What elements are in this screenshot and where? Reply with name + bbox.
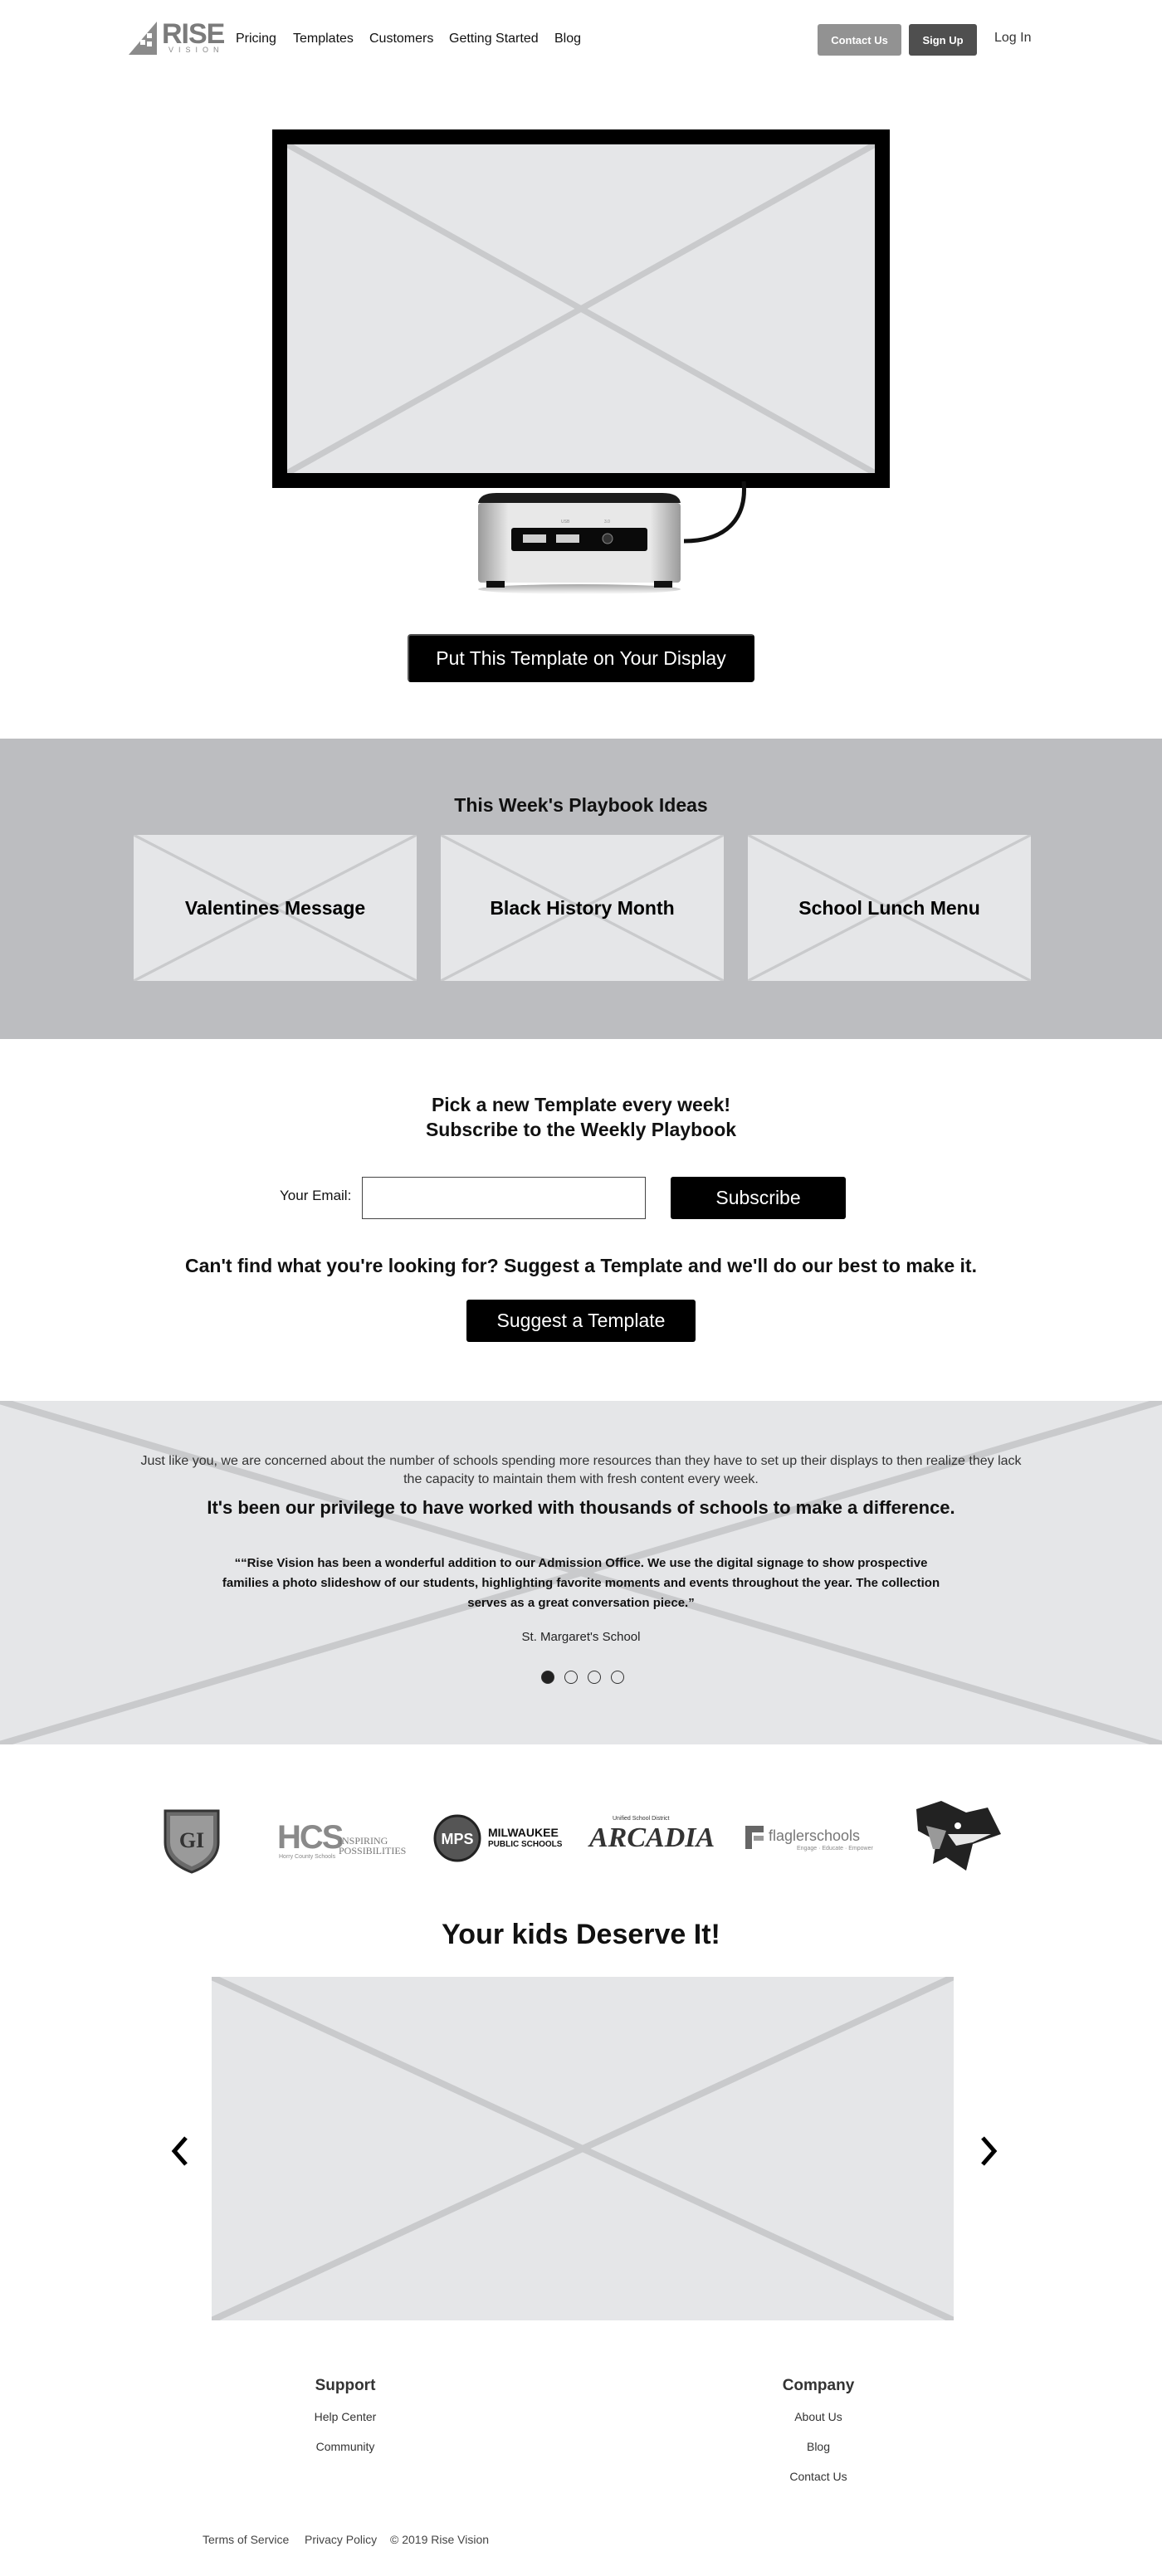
display-monitor: [272, 129, 890, 488]
carousel-prev-icon[interactable]: [168, 2134, 193, 2168]
log-in-link[interactable]: Log In: [994, 31, 1031, 46]
rise-vision-logo[interactable]: RISE VISION: [129, 18, 225, 56]
arcadia-logo: Unified School District ARCADIA: [586, 1816, 719, 1864]
slide-dot[interactable]: [611, 1671, 624, 1684]
device-port-label: 3.0: [604, 520, 610, 524]
device-port-label: USB: [561, 520, 570, 524]
privacy-policy-link[interactable]: Privacy Policy: [305, 2533, 377, 2546]
testimonial-headline: It's been our privilege to have worked w…: [207, 1497, 955, 1518]
mps-name-line1: MILWAUKEE: [488, 1826, 559, 1839]
footer-link-community[interactable]: Community: [262, 2440, 428, 2453]
playbook-card[interactable]: Valentines Message: [134, 835, 417, 981]
playbook-card[interactable]: School Lunch Menu: [748, 835, 1031, 981]
arcadia-small: Unified School District: [613, 1816, 670, 1822]
coyote-mascot-logo: [916, 1801, 1001, 1871]
terms-of-service-link[interactable]: Terms of Service: [203, 2533, 289, 2546]
hcs-small: Horry County Schools: [279, 1854, 336, 1860]
hcs-tagline: INSPIRING POSSIBILITIES: [339, 1835, 407, 1856]
nav-link-blog[interactable]: Blog: [554, 32, 581, 46]
playbook-ideas-section: This Week's Playbook Ideas Valentines Me…: [0, 739, 1162, 1039]
email-field[interactable]: [362, 1177, 646, 1219]
nav-link-customers[interactable]: Customers: [369, 32, 433, 46]
top-navbar: RISE VISION Pricing Templates Customers …: [0, 0, 1162, 80]
sign-up-button[interactable]: Sign Up: [909, 24, 977, 56]
suggest-prompt: Can't find what you're looking for? Sugg…: [185, 1255, 977, 1276]
flagler-schools-logo: flaglerschools Engage · Educate · Empowe…: [742, 1822, 880, 1859]
nav-link-getting-started[interactable]: Getting Started: [449, 32, 539, 46]
footer-link-help-center[interactable]: Help Center: [262, 2410, 428, 2423]
contact-us-button[interactable]: Contact Us: [818, 24, 901, 56]
flagler-tagline: Engage · Educate · Empower: [797, 1846, 873, 1852]
playbook-card[interactable]: Black History Month: [441, 835, 724, 981]
flagler-flag-icon: [745, 1826, 764, 1849]
hcs-logo: HCS INSPIRING POSSIBILITIES Horry County…: [277, 1819, 410, 1862]
milwaukee-public-schools-logo: MPS MILWAUKEE PUBLIC SCHOOLS: [433, 1814, 566, 1864]
svg-text:MPS: MPS: [441, 1831, 473, 1847]
testimonial-intro: Just like you, we are concerned about th…: [140, 1454, 1022, 1486]
suggest-template-button[interactable]: Suggest a Template: [466, 1300, 696, 1342]
playbook-card-label: Valentines Message: [184, 896, 366, 919]
put-template-on-display-button[interactable]: Put This Template on Your Display: [408, 634, 754, 682]
template-preview-image: [287, 144, 875, 473]
email-label: Your Email:: [280, 1188, 352, 1203]
mps-name-line2: PUBLIC SCHOOLS: [488, 1840, 563, 1849]
slide-dot[interactable]: [564, 1671, 578, 1684]
subscribe-title: Pick a new Template every week! Subscrib…: [0, 1092, 1162, 1142]
testimonial-quote: ““Rise Vision has been a wonderful addit…: [222, 1556, 940, 1610]
media-player-device-icon: USB 3.0: [478, 493, 681, 594]
nav-link-pricing[interactable]: Pricing: [236, 32, 276, 46]
subscribe-button[interactable]: Subscribe: [671, 1177, 846, 1219]
mps-circle-icon: MPS: [433, 1814, 481, 1862]
footer-link-blog[interactable]: Blog: [735, 2440, 901, 2453]
subscribe-title-line1: Pick a new Template every week!: [431, 1094, 731, 1115]
playbook-title: This Week's Playbook Ideas: [454, 794, 708, 816]
logo-subtext: VISION: [168, 46, 224, 54]
hcs-letters: HCS: [277, 1819, 344, 1856]
playbook-card-label: Black History Month: [490, 896, 675, 919]
kids-carousel-image: [212, 1977, 954, 2320]
testimonial-author: St. Margaret's School: [521, 1630, 641, 1644]
footer-link-about-us[interactable]: About Us: [735, 2410, 901, 2423]
kids-deserve-title: Your kids Deserve It!: [442, 1919, 720, 1950]
footer-support-heading: Support: [315, 2377, 376, 2394]
playbook-card-label: School Lunch Menu: [798, 896, 980, 919]
nav-link-templates[interactable]: Templates: [293, 32, 354, 46]
slide-dot[interactable]: [588, 1671, 601, 1684]
testimonial-pagination: [541, 1671, 624, 1684]
footer-link-contact-us[interactable]: Contact Us: [735, 2470, 901, 2483]
gi-school-shield-logo: GI: [164, 1809, 220, 1874]
copyright-text: © 2019 Rise Vision: [390, 2533, 490, 2546]
slide-dot[interactable]: [541, 1671, 554, 1684]
flagler-word: flaglerschools: [769, 1827, 861, 1844]
svg-text:GI: GI: [179, 1828, 204, 1852]
logo-mark-icon: [129, 22, 157, 55]
carousel-next-icon[interactable]: [976, 2134, 1001, 2168]
subscribe-title-line2: Subscribe to the Weekly Playbook: [425, 1119, 737, 1140]
arcadia-word: ARCADIA: [589, 1822, 715, 1853]
footer-company-heading: Company: [782, 2377, 855, 2394]
